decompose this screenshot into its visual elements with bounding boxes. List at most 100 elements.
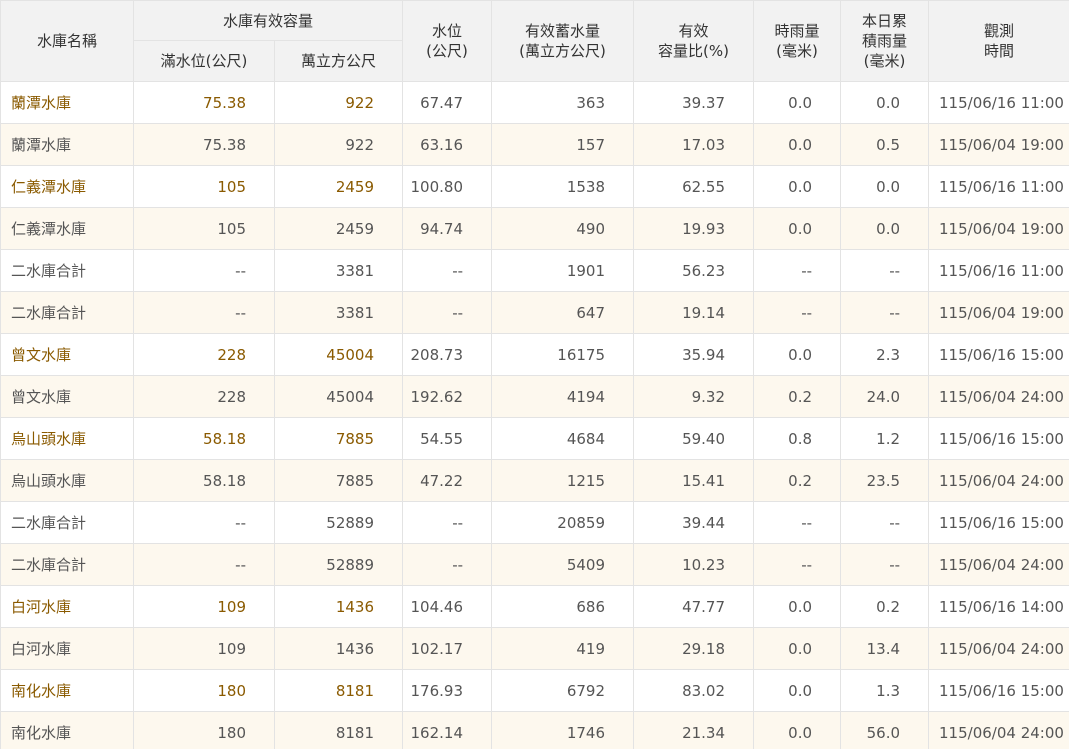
cell-dr: -- — [840, 543, 930, 586]
cell-storage: 686 — [491, 585, 635, 628]
cell-dr: 0.2 — [840, 585, 930, 628]
cell-hr: -- — [753, 249, 842, 292]
table-row: 二水庫合計 -- 52889 -- 20859 39.44 -- -- 115/06/16 15… — [0, 501, 1069, 544]
cell-time: 115/06/16 15:00 — [928, 501, 1069, 544]
cell-full: 180 — [133, 711, 275, 749]
reservoir-name: 烏山頭水庫 — [0, 459, 134, 502]
cell-ratio: 19.93 — [633, 207, 755, 250]
cell-cap: 1436 — [273, 627, 404, 670]
col-header-storage: 有效蓄水量 (萬立方公尺) — [491, 0, 635, 82]
cell-time: 115/06/04 19:00 — [928, 207, 1069, 250]
cell-time: 115/06/04 24:00 — [928, 627, 1069, 670]
cell-ratio: 17.03 — [633, 123, 755, 166]
reservoir-name: 蘭潭水庫 — [0, 123, 134, 166]
cell-storage: 1901 — [491, 249, 635, 292]
cell-time: 115/06/16 11:00 — [928, 165, 1069, 208]
cell-ratio: 59.40 — [633, 417, 755, 460]
reservoir-name: 二水庫合計 — [0, 543, 134, 586]
cell-level: 54.55 — [402, 417, 493, 460]
cell-ratio: 10.23 — [633, 543, 755, 586]
cell-hr: 0.0 — [753, 585, 842, 628]
cell-cap: 3381 — [273, 291, 404, 334]
cell-full: 109 — [133, 627, 275, 670]
cell-ratio: 62.55 — [633, 165, 755, 208]
cell-ratio: 29.18 — [633, 627, 755, 670]
col-header-daily-rain: 本日累 積雨量 (毫米) — [840, 0, 930, 82]
cell-time: 115/06/16 15:00 — [928, 333, 1069, 376]
cell-hr: 0.0 — [753, 123, 842, 166]
cell-hr: 0.0 — [753, 165, 842, 208]
table-row: 蘭潭水庫 75.38 922 63.16 157 17.03 0.0 0.5 115/06/04… — [0, 123, 1069, 166]
reservoir-name-link[interactable]: 仁義潭水庫 — [0, 165, 134, 208]
reservoir-name: 仁義潭水庫 — [0, 207, 134, 250]
cell-cap: 922 — [273, 123, 404, 166]
reservoir-name-link[interactable]: 蘭潭水庫 — [0, 81, 134, 124]
reservoir-name: 白河水庫 — [0, 627, 134, 670]
table-row: 烏山頭水庫 58.18 7885 47.22 1215 15.41 0.2 23.5 115/0… — [0, 459, 1069, 502]
cell-cap: 2459 — [273, 165, 404, 208]
cell-ratio: 56.23 — [633, 249, 755, 292]
cell-hr: 0.0 — [753, 207, 842, 250]
cell-dr: -- — [840, 249, 930, 292]
cell-hr: 0.0 — [753, 81, 842, 124]
cell-storage: 4684 — [491, 417, 635, 460]
cell-hr: 0.2 — [753, 375, 842, 418]
cell-dr: 24.0 — [840, 375, 930, 418]
cell-ratio: 19.14 — [633, 291, 755, 334]
cell-full: 228 — [133, 375, 275, 418]
cell-full: 58.18 — [133, 417, 275, 460]
reservoir-name-link[interactable]: 烏山頭水庫 — [0, 417, 134, 460]
cell-full: 105 — [133, 207, 275, 250]
cell-hr: -- — [753, 543, 842, 586]
cell-cap: 8181 — [273, 669, 404, 712]
cell-ratio: 47.77 — [633, 585, 755, 628]
reservoir-name: 二水庫合計 — [0, 249, 134, 292]
cell-storage: 419 — [491, 627, 635, 670]
cell-hr: -- — [753, 291, 842, 334]
cell-cap: 7885 — [273, 459, 404, 502]
cell-dr: 13.4 — [840, 627, 930, 670]
table-row: 仁義潭水庫 105 2459 94.74 490 19.93 0.0 0.0 115/06/04… — [0, 207, 1069, 250]
table-row: 曾文水庫 228 45004 192.62 4194 9.32 0.2 24.0 115/06/… — [0, 375, 1069, 418]
cell-storage: 5409 — [491, 543, 635, 586]
cell-full: 180 — [133, 669, 275, 712]
cell-cap: 45004 — [273, 333, 404, 376]
reservoir-table: 水庫名稱 水庫有效容量 水位 (公尺) 有效蓄水量 (萬立方公尺) 有效 容量比… — [0, 0, 1069, 749]
cell-dr: -- — [840, 291, 930, 334]
cell-dr: 1.3 — [840, 669, 930, 712]
cell-hr: 0.0 — [753, 627, 842, 670]
cell-hr: 0.8 — [753, 417, 842, 460]
cell-level: -- — [402, 543, 493, 586]
cell-dr: -- — [840, 501, 930, 544]
cell-hr: 0.0 — [753, 669, 842, 712]
reservoir-name-link[interactable]: 曾文水庫 — [0, 333, 134, 376]
cell-dr: 1.2 — [840, 417, 930, 460]
cell-level: 94.74 — [402, 207, 493, 250]
cell-storage: 1746 — [491, 711, 635, 749]
cell-time: 115/06/04 24:00 — [928, 375, 1069, 418]
cell-dr: 2.3 — [840, 333, 930, 376]
cell-time: 115/06/16 15:00 — [928, 417, 1069, 460]
cell-hr: 0.0 — [753, 333, 842, 376]
cell-cap: 1436 — [273, 585, 404, 628]
table-row: 仁義潭水庫 105 2459 100.80 1538 62.55 0.0 0.0 115/06/… — [0, 165, 1069, 208]
cell-time: 115/06/16 14:00 — [928, 585, 1069, 628]
col-header-name: 水庫名稱 — [0, 0, 134, 82]
cell-cap: 922 — [273, 81, 404, 124]
cell-cap: 8181 — [273, 711, 404, 749]
cell-time: 115/06/16 11:00 — [928, 249, 1069, 292]
cell-ratio: 9.32 — [633, 375, 755, 418]
col-header-level: 水位 (公尺) — [402, 0, 493, 82]
cell-level: -- — [402, 501, 493, 544]
cell-storage: 1538 — [491, 165, 635, 208]
cell-level: 208.73 — [402, 333, 493, 376]
cell-full: 228 — [133, 333, 275, 376]
reservoir-name-link[interactable]: 白河水庫 — [0, 585, 134, 628]
cell-time: 115/06/16 11:00 — [928, 81, 1069, 124]
cell-full: 105 — [133, 165, 275, 208]
reservoir-name-link[interactable]: 南化水庫 — [0, 669, 134, 712]
table-header: 水庫名稱 水庫有效容量 水位 (公尺) 有效蓄水量 (萬立方公尺) 有效 容量比… — [0, 0, 1069, 82]
cell-level: 102.17 — [402, 627, 493, 670]
cell-full: -- — [133, 249, 275, 292]
cell-time: 115/06/04 19:00 — [928, 123, 1069, 166]
